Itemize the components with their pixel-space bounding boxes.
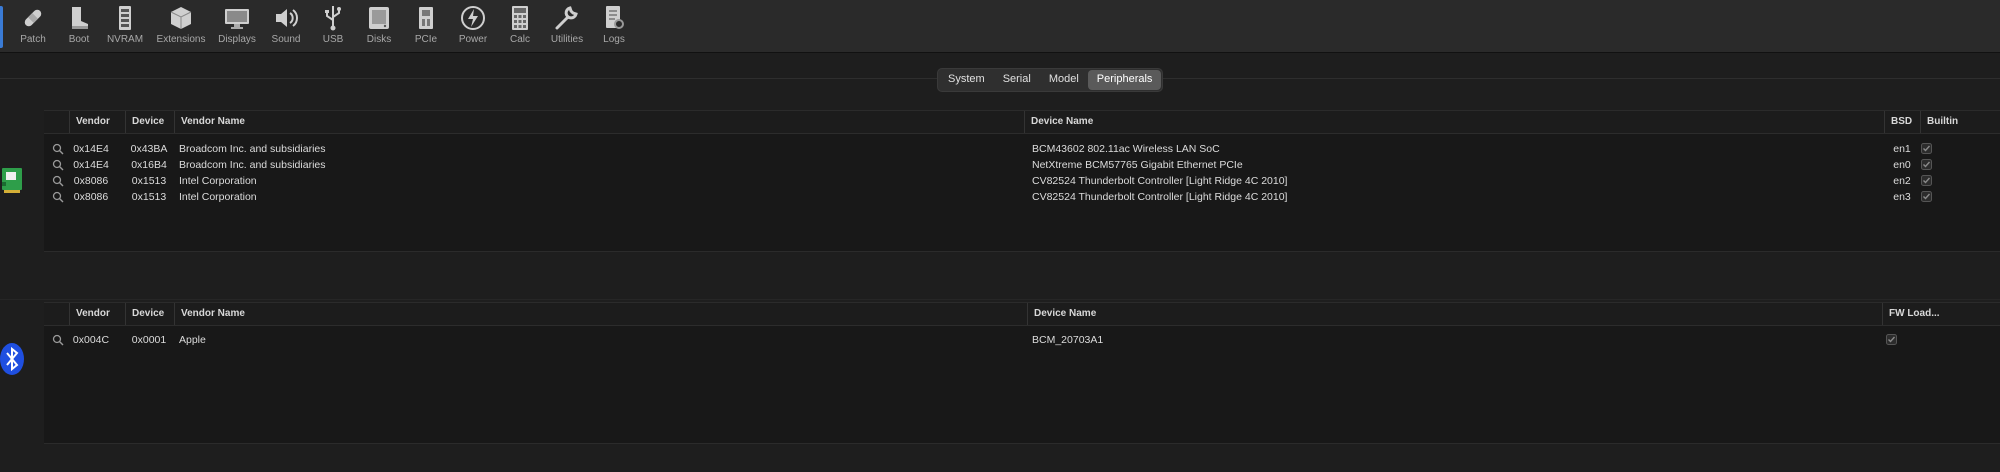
disks-icon [369, 7, 389, 29]
device-name-cell: CV82524 Thunderbolt Controller [Light Ri… [1032, 175, 1288, 187]
toolbar-calc-label: Calc [509, 34, 530, 45]
checkbox[interactable] [1921, 143, 1932, 154]
toolbar-logs-label: Logs [603, 34, 625, 45]
tab-model[interactable]: Model [1040, 70, 1088, 90]
bluetooth-table: Vendor Device Vendor Name Device Name FW… [44, 302, 2000, 444]
checkbox[interactable] [1921, 191, 1932, 202]
vendor-name-cell: Intel Corporation [179, 191, 257, 203]
toolbar-nvram-label: NVRAM [106, 34, 144, 45]
vendor-cell: 0x004C [72, 334, 110, 346]
table-row[interactable]: 0x004C 0x0001 Apple BCM_20703A1 [44, 332, 2000, 348]
vendor-name-cell: Broadcom Inc. and subsidiaries [179, 159, 326, 171]
toolbar-pcie-label: PCIe [414, 34, 438, 45]
device-name-cell: NetXtreme BCM57765 Gigabit Ethernet PCIe [1032, 159, 1243, 171]
patch-icon [24, 9, 42, 27]
table-row[interactable]: 0x14E4 0x43BA Broadcom Inc. and subsidiari… [44, 141, 2000, 157]
toolbar-patch-label: Patch [20, 34, 46, 45]
section-divider [0, 299, 2000, 300]
device-header[interactable]: Device [125, 111, 173, 133]
toolbar-logs-button[interactable]: Logs [586, 4, 642, 50]
table-row[interactable]: 0x14E4 0x16B4 Broadcom Inc. and subsidiari… [44, 157, 2000, 173]
table-row[interactable]: 0x8086 0x1513 Intel Corporation CV82524 Thu… [44, 189, 2000, 205]
tab-group: System Serial Model Peripherals [937, 68, 1164, 92]
toolbar: Patch Boot NVRAM Extensions Displays Sou… [0, 0, 2000, 53]
magnifier-icon[interactable] [52, 159, 64, 171]
bsd-cell: en0 [1893, 159, 1911, 171]
device-name-cell: CV82524 Thunderbolt Controller [Light Ri… [1032, 191, 1288, 203]
logs-icon [606, 6, 624, 29]
magnifier-icon[interactable] [52, 191, 64, 203]
vendor-cell: 0x14E4 [73, 143, 109, 155]
bsd-header[interactable]: BSD [1884, 111, 1920, 133]
device-name-cell: BCM43602 802.11ac Wireless LAN SoC [1032, 143, 1220, 155]
device-cell: 0x16B4 [131, 159, 167, 171]
bluetooth-table-header: Vendor Device Vendor Name Device Name FW… [44, 303, 2000, 326]
toolbar-nvram-button[interactable]: NVRAM [97, 4, 153, 50]
vendor-name-cell: Intel Corporation [179, 175, 257, 187]
usb-icon [325, 6, 341, 31]
device-name-header[interactable]: Device Name [1024, 111, 1224, 133]
device-cell: 0x1513 [131, 175, 167, 187]
tab-serial[interactable]: Serial [994, 70, 1040, 90]
vendor-cell: 0x14E4 [73, 159, 109, 171]
network-table-header: Vendor Device Vendor Name Device Name BS… [44, 111, 2000, 134]
toolbar-disks-label: Disks [366, 34, 392, 45]
pcie-icon [419, 7, 433, 29]
toolbar-power-label: Power [458, 34, 488, 45]
utilities-icon [555, 6, 578, 30]
toolbar-sound-label: Sound [271, 34, 301, 45]
bsd-cell: en2 [1893, 175, 1911, 187]
vendor-cell: 0x8086 [73, 191, 109, 203]
toolbar-extensions-button[interactable]: Extensions [153, 4, 209, 50]
calc-icon [512, 6, 528, 30]
bsd-cell: en1 [1893, 143, 1911, 155]
builtin-header[interactable]: Builtin [1920, 111, 1964, 133]
bt-vendor-header[interactable]: Vendor [69, 303, 113, 325]
toolbar-usb-label: USB [322, 34, 344, 45]
device-cell: 0x0001 [131, 334, 167, 346]
tab-peripherals[interactable]: Peripherals [1087, 70, 1162, 90]
nvram-icon [119, 6, 131, 30]
sound-icon [276, 9, 298, 27]
vendor-name-cell: Apple [179, 334, 206, 346]
power-icon [461, 6, 485, 30]
bt-device-name-header[interactable]: Device Name [1027, 303, 1227, 325]
checkbox[interactable] [1886, 334, 1897, 345]
device-cell: 0x1513 [131, 191, 167, 203]
network-card-icon [0, 166, 24, 199]
checkbox[interactable] [1921, 175, 1932, 186]
bt-device-header[interactable]: Device [125, 303, 173, 325]
extensions-icon [170, 7, 192, 29]
vendor-header[interactable]: Vendor [69, 111, 113, 133]
magnifier-icon[interactable] [52, 143, 64, 155]
device-name-cell: BCM_20703A1 [1032, 334, 1104, 346]
device-cell: 0x43BA [130, 143, 168, 155]
toolbar-utilities-label: Utilities [550, 34, 584, 45]
bluetooth-icon [0, 342, 26, 381]
network-table: Vendor Device Vendor Name Device Name BS… [44, 110, 2000, 252]
magnifier-icon[interactable] [52, 334, 64, 346]
checkbox[interactable] [1921, 159, 1932, 170]
displays-icon [225, 9, 249, 29]
bt-vendor-name-header[interactable]: Vendor Name [174, 303, 344, 325]
boot-icon [72, 7, 88, 29]
vendor-name-cell: Broadcom Inc. and subsidiaries [179, 143, 326, 155]
tab-system[interactable]: System [939, 70, 994, 90]
table-row[interactable]: 0x8086 0x1513 Intel Corporation CV82524 Thu… [44, 173, 2000, 189]
toolbar-displays-button[interactable]: Displays [209, 4, 265, 50]
fw-load-header[interactable]: FW Load... [1882, 303, 1946, 325]
toolbar-displays-label: Displays [218, 34, 256, 45]
tabs-bar: System Serial Model Peripherals [0, 66, 2000, 92]
toolbar-boot-label: Boot [68, 34, 90, 45]
toolbar-extensions-label: Extensions [156, 34, 206, 45]
magnifier-icon[interactable] [52, 175, 64, 187]
vendor-name-header[interactable]: Vendor Name [174, 111, 344, 133]
bsd-cell: en3 [1893, 191, 1911, 203]
vendor-cell: 0x8086 [73, 175, 109, 187]
selected-toolbar-edge [0, 6, 3, 48]
